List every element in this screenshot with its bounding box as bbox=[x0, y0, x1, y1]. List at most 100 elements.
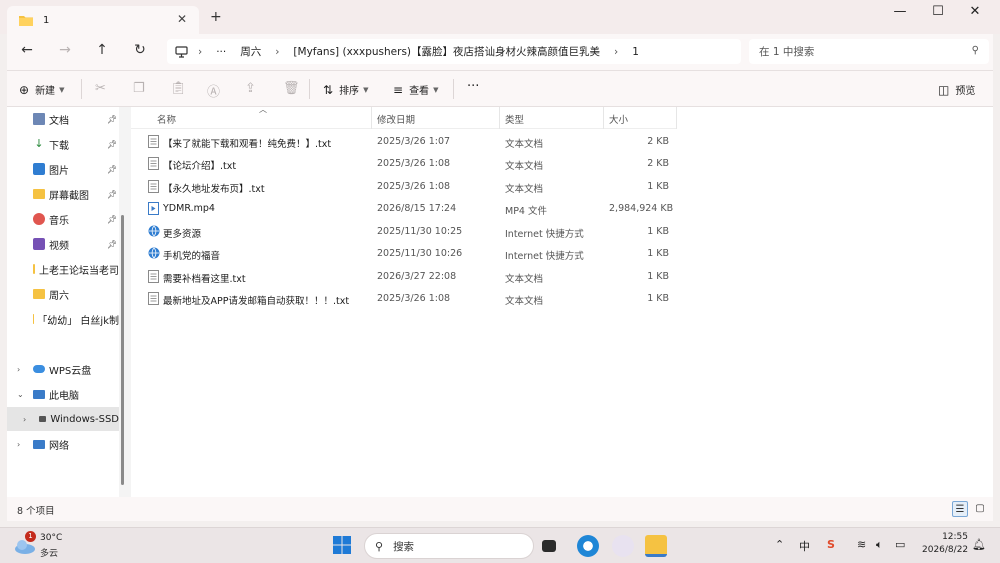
breadcrumb-more[interactable]: ··· bbox=[216, 46, 226, 58]
search-input[interactable]: 在 1 中搜索 ⚲ bbox=[749, 39, 989, 64]
ime-indicator[interactable]: 中 bbox=[799, 538, 810, 554]
sort-button[interactable]: ⇅ 排序 ▼ bbox=[323, 82, 369, 98]
tiles-view-icon[interactable]: ▢ bbox=[972, 501, 988, 517]
chevron-right-icon: › bbox=[198, 45, 203, 58]
details-view-icon[interactable]: ☰ bbox=[952, 501, 968, 517]
more-options-button[interactable]: ··· bbox=[467, 79, 479, 94]
chevron-down-icon: ▼ bbox=[363, 85, 369, 94]
chevron-down-icon[interactable]: ⌄ bbox=[17, 390, 24, 399]
tab-close-button[interactable]: ✕ bbox=[177, 12, 187, 26]
table-row[interactable]: 【来了就能下载和观看！纯免费！】.txt 2025/3/26 1:07 文本文档… bbox=[131, 131, 677, 153]
file-type: 文本文档 bbox=[505, 161, 544, 172]
copy-icon[interactable]: ❐ bbox=[133, 81, 145, 96]
pin-icon: 📌︎ bbox=[107, 214, 118, 224]
table-row[interactable]: 【论坛介绍】.txt 2025/3/26 1:08 文本文档 2 KB bbox=[131, 153, 677, 175]
notifications-icon[interactable]: 🔔︎ bbox=[972, 538, 986, 551]
column-date[interactable]: 修改日期 bbox=[377, 112, 415, 126]
delete-icon[interactable]: 🗑︎ bbox=[283, 81, 300, 96]
sidebar-item-folder[interactable]: 「幼幼」 白丝jk制 bbox=[7, 307, 119, 331]
clock-time: 12:55 bbox=[942, 532, 968, 542]
start-button[interactable] bbox=[332, 535, 354, 557]
maximize-button[interactable]: ☐ bbox=[928, 4, 948, 19]
divider bbox=[453, 79, 454, 99]
sogou-input-icon[interactable]: S bbox=[827, 538, 835, 551]
file-type: 文本文档 bbox=[505, 184, 544, 195]
sidebar-item-documents[interactable]: 文档 📌︎ bbox=[7, 107, 119, 131]
chevron-right-icon[interactable]: › bbox=[23, 415, 26, 424]
title-bar: 1 ✕ + — ☐ ✕ bbox=[0, 0, 1000, 34]
column-divider[interactable] bbox=[603, 107, 604, 129]
windows-icon bbox=[333, 536, 351, 554]
chevron-right-icon[interactable]: › bbox=[17, 365, 20, 374]
column-divider[interactable] bbox=[676, 107, 677, 129]
forward-button[interactable]: → bbox=[55, 42, 75, 58]
refresh-button[interactable]: ↻ bbox=[130, 42, 150, 58]
view-button[interactable]: ≡ 查看 ▼ bbox=[393, 82, 439, 98]
close-window-button[interactable]: ✕ bbox=[965, 4, 985, 19]
sidebar-item-wps-cloud[interactable]: › WPS云盘 bbox=[7, 357, 119, 381]
sidebar-item-pictures[interactable]: 图片 📌︎ bbox=[7, 157, 119, 181]
sidebar-item-screenshots[interactable]: 屏幕截图 📌︎ bbox=[7, 182, 119, 206]
view-label: 查看 bbox=[409, 86, 430, 97]
sidebar-item-folder[interactable]: 上老王论坛当老司 bbox=[7, 257, 119, 281]
table-row[interactable]: 【永久地址发布页】.txt 2025/3/26 1:08 文本文档 1 KB bbox=[131, 176, 677, 198]
taskbar-search[interactable]: ⚲ 搜索 bbox=[364, 533, 534, 559]
cut-icon[interactable]: ✂ bbox=[95, 81, 106, 96]
column-size[interactable]: 大小 bbox=[609, 112, 628, 126]
sidebar-item-folder[interactable]: 周六 bbox=[7, 282, 119, 306]
chevron-right-icon[interactable]: › bbox=[17, 440, 20, 449]
task-view-icon[interactable] bbox=[542, 540, 556, 552]
new-tab-button[interactable]: + bbox=[210, 9, 222, 25]
table-row[interactable]: 最新地址及APP请发邮箱自动获取！！！.txt 2025/3/26 1:08 文… bbox=[131, 288, 677, 310]
file-name: YDMR.mp4 bbox=[163, 203, 215, 214]
file-date: 2025/3/26 1:08 bbox=[377, 158, 451, 169]
chevron-up-icon[interactable]: ⌃ bbox=[775, 538, 784, 551]
command-bar: ⊕ 新建 ▼ ✂ ❐ 📋︎ Ⓐ ⇪ 🗑︎ ⇅ 排序 ▼ ≡ 查看 ▼ ··· ◫… bbox=[7, 70, 993, 107]
sidebar-item-music[interactable]: 音乐 📌︎ bbox=[7, 207, 119, 231]
paste-icon[interactable]: 📋︎ bbox=[170, 81, 187, 96]
table-row[interactable]: YDMR.mp4 2026/8/15 17:24 MP4 文件 2,984,92… bbox=[131, 198, 677, 220]
tab-1[interactable]: 1 ✕ bbox=[7, 6, 199, 34]
breadcrumb-item[interactable]: 周六 bbox=[240, 44, 261, 59]
column-name[interactable]: 名称 bbox=[157, 112, 176, 126]
sidebar-item-this-pc[interactable]: ⌄ 此电脑 bbox=[7, 382, 119, 406]
sidebar-scrollbar[interactable] bbox=[121, 215, 124, 485]
table-row[interactable]: 手机党的福音 2025/11/30 10:26 Internet 快捷方式 1 … bbox=[131, 243, 677, 265]
table-row[interactable]: 更多资源 2025/11/30 10:25 Internet 快捷方式 1 KB bbox=[131, 221, 677, 243]
address-bar[interactable]: › ··· 周六 › [Myfans] (xxxpushers)【露脸】夜店搭讪… bbox=[167, 39, 741, 64]
sidebar-item-windows-ssd[interactable]: › Windows-SSD bbox=[7, 407, 119, 431]
sidebar-item-videos[interactable]: 视频 📌︎ bbox=[7, 232, 119, 256]
chevron-down-icon: ▼ bbox=[433, 85, 439, 94]
app-icon[interactable] bbox=[612, 535, 634, 557]
weather-condition: 多云 bbox=[40, 549, 59, 559]
battery-icon[interactable]: ▭ bbox=[895, 538, 905, 551]
volume-icon[interactable]: 🔈︎ bbox=[876, 538, 883, 552]
breadcrumb-item[interactable]: 1 bbox=[632, 46, 639, 58]
wifi-icon[interactable]: ≋ bbox=[857, 538, 866, 551]
file-date: 2025/11/30 10:25 bbox=[377, 226, 463, 237]
column-divider[interactable] bbox=[499, 107, 500, 129]
file-size: 1 KB bbox=[647, 181, 669, 192]
column-divider[interactable] bbox=[371, 107, 372, 129]
clock[interactable]: 12:55 2026/8/22 bbox=[922, 532, 968, 555]
chevron-right-icon: › bbox=[614, 45, 619, 58]
new-button[interactable]: ⊕ 新建 ▼ bbox=[19, 82, 64, 98]
up-button[interactable]: ↑ bbox=[92, 42, 112, 58]
breadcrumb-item[interactable]: [Myfans] (xxxpushers)【露脸】夜店搭讪身材火辣高颜值巨乳美 bbox=[293, 44, 600, 59]
column-type[interactable]: 类型 bbox=[505, 112, 524, 126]
share-icon[interactable]: ⇪ bbox=[245, 81, 256, 96]
file-date: 2026/3/27 22:08 bbox=[377, 271, 457, 282]
search-placeholder: 在 1 中搜索 bbox=[759, 46, 815, 58]
preview-button[interactable]: ◫ 预览 bbox=[938, 82, 975, 98]
minimize-button[interactable]: — bbox=[890, 4, 910, 19]
sidebar-item-label: 「幼幼」 白丝jk制 bbox=[37, 315, 119, 327]
edge-browser-icon[interactable] bbox=[577, 535, 599, 557]
rename-icon[interactable]: Ⓐ bbox=[207, 81, 220, 100]
sidebar-item-network[interactable]: › 网络 bbox=[7, 432, 119, 456]
file-explorer-icon[interactable] bbox=[645, 535, 667, 557]
table-row[interactable]: 需要补档看这里.txt 2026/3/27 22:08 文本文档 1 KB bbox=[131, 266, 677, 288]
sidebar-item-label: 图片 bbox=[49, 165, 69, 177]
back-button[interactable]: ← bbox=[17, 42, 37, 58]
file-name: 【来了就能下载和观看！纯免费！】.txt bbox=[163, 139, 332, 150]
sidebar-item-downloads[interactable]: ↓ 下载 📌︎ bbox=[7, 132, 119, 156]
